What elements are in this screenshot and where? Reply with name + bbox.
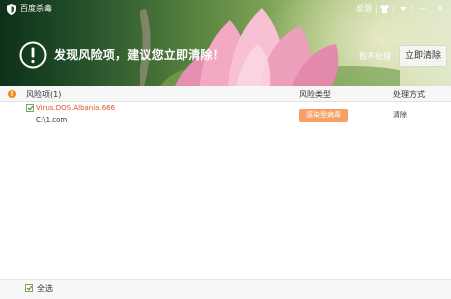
shield-icon (7, 4, 16, 15)
action-dropdown[interactable]: 清除 (393, 111, 407, 120)
threat-path: C:\1.com (36, 116, 68, 124)
exclamation-circle-icon (19, 41, 47, 69)
select-all-checkbox[interactable] (25, 284, 33, 292)
close-button[interactable]: ✕ (434, 3, 446, 15)
clean-now-button[interactable]: 立即清除 (399, 45, 447, 67)
column-header-risk-item[interactable]: 风险项(1) (26, 90, 61, 99)
select-all-label[interactable]: 全选 (37, 284, 53, 293)
titlebar-divider (393, 5, 394, 14)
minimize-button[interactable]: — (418, 3, 428, 15)
threat-type-badge: 感染型病毒 (299, 109, 348, 122)
threat-name: Virus.DOS.Albania.666 (36, 104, 116, 112)
scan-result-headline: 发现风险项，建议您立即清除！ (54, 48, 225, 62)
ignore-button[interactable]: 暂不处理 (358, 51, 392, 62)
row-checkbox[interactable] (26, 104, 34, 112)
app-title: 百度杀毒 (20, 4, 52, 13)
column-header-action: 处理方式 (393, 90, 425, 99)
shirt-icon[interactable] (378, 3, 390, 15)
footer-bar (0, 279, 451, 299)
column-header-risk-type: 风险类型 (299, 90, 331, 99)
chevron-down-icon[interactable] (398, 3, 408, 15)
titlebar-divider (412, 5, 413, 14)
alert-icon: ! (8, 90, 16, 98)
feedback-button[interactable]: 反馈 (354, 3, 374, 15)
titlebar-divider (376, 5, 377, 14)
title-bar: 百度杀毒 反馈 — ✕ (0, 0, 451, 18)
table-header (0, 86, 451, 102)
